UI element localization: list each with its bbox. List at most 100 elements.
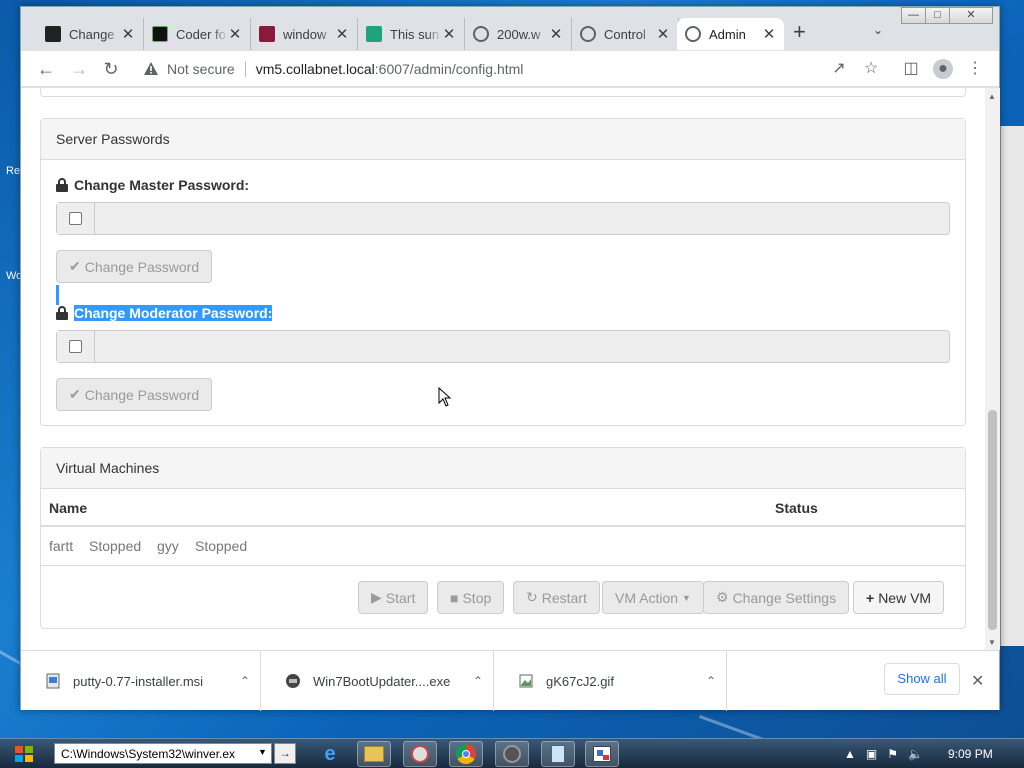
tab-title: window: [283, 26, 327, 42]
column-header-status: Status: [775, 500, 818, 516]
change-master-password-button[interactable]: ✔ Change Password: [56, 250, 213, 283]
tab-strip: Change ✕ Coder fo ✕ window ✕ This sun ✕ …: [21, 7, 999, 51]
vm-status-cell: Stopped: [195, 538, 248, 554]
checkbox-addon: [57, 331, 95, 362]
side-panel-icon[interactable]: ◫: [901, 59, 921, 79]
download-item[interactable]: Win7BootUpdater....exe ⌃: [261, 651, 494, 711]
scroll-down-icon[interactable]: ▼: [988, 638, 996, 647]
scroll-up-icon[interactable]: ▲: [988, 92, 996, 101]
virtual-machines-panel: Virtual Machines Name Status fartt Stopp…: [40, 447, 966, 629]
page-scrollbar[interactable]: ▲ ▼: [985, 88, 1000, 650]
url-text[interactable]: vm5.collabnet.local:6007/admin/config.ht…: [256, 61, 524, 77]
master-password-label: Change Master Password:: [56, 177, 249, 193]
tab-window[interactable]: window ✕: [251, 18, 358, 50]
kebab-menu-icon[interactable]: ⋮: [965, 59, 985, 79]
maximize-icon[interactable]: □: [925, 7, 950, 24]
go-arrow-icon[interactable]: →: [274, 743, 296, 764]
download-item[interactable]: gK67cJ2.gif ⌃: [494, 651, 727, 711]
volume-icon[interactable]: 🔈: [908, 747, 923, 761]
master-password-checkbox[interactable]: [69, 212, 82, 225]
tab-admin[interactable]: Admin ✕: [677, 18, 784, 50]
moderator-password-checkbox[interactable]: [69, 340, 82, 353]
reload-icon[interactable]: ↻: [99, 57, 123, 81]
globe-icon: [685, 26, 701, 42]
forward-arrow-icon[interactable]: →: [67, 57, 91, 81]
chevron-down-icon[interactable]: ⌄: [873, 23, 883, 37]
table-row[interactable]: fartt Stopped gyy Stopped: [41, 527, 965, 566]
address-bar[interactable]: Not secure vm5.collabnet.local:6007/admi…: [135, 55, 871, 83]
vm-name-cell: gyy: [157, 538, 179, 554]
file-explorer-icon[interactable]: [357, 741, 391, 767]
windows-start-icon[interactable]: [14, 744, 34, 764]
tab-title: Coder fo: [176, 26, 226, 42]
caret-down-icon[interactable]: ▼: [258, 747, 267, 757]
back-arrow-icon[interactable]: ←: [34, 57, 58, 81]
download-item[interactable]: putty-0.77-installer.msi ⌃: [21, 651, 261, 711]
scrollbar-thumb[interactable]: [988, 410, 997, 630]
address-toolbar-input[interactable]: C:\Windows\System32\winver.ex: [54, 743, 272, 764]
close-icon[interactable]: ✕: [228, 25, 242, 43]
button-label: Stop: [462, 589, 492, 606]
minimize-icon[interactable]: —: [901, 7, 926, 24]
downloads-bar: putty-0.77-installer.msi ⌃ Win7BootUpdat…: [21, 650, 999, 711]
show-hidden-icons-icon[interactable]: ▲: [844, 747, 856, 761]
new-vm-button[interactable]: + New VM: [853, 581, 945, 614]
network-icon[interactable]: ▣: [866, 747, 877, 761]
tab-favicon-icon: [259, 26, 275, 42]
exe-app-icon[interactable]: [495, 741, 529, 767]
vm-action-dropdown-button[interactable]: VM Action ▼: [602, 581, 704, 614]
change-moderator-password-button[interactable]: ✔ Change Password: [56, 378, 213, 411]
chevron-up-icon[interactable]: ⌃: [696, 674, 726, 688]
internet-explorer-icon[interactable]: e: [313, 741, 347, 767]
paint-icon[interactable]: [403, 741, 437, 767]
window-close-icon[interactable]: ✕: [949, 7, 993, 24]
chevron-up-icon[interactable]: ⌃: [463, 674, 493, 688]
warning-icon[interactable]: [143, 61, 159, 77]
url-host: vm5.collabnet.local: [255, 61, 375, 77]
panel-heading: Server Passwords: [41, 119, 965, 160]
bookmark-star-icon[interactable]: ☆: [861, 59, 881, 79]
button-label: Start: [385, 589, 416, 606]
change-settings-button[interactable]: ⚙ Change Settings: [703, 581, 850, 614]
tab-change[interactable]: Change ✕: [37, 18, 144, 50]
desktop-icon-label[interactable]: Re: [6, 165, 20, 177]
close-icon[interactable]: ✕: [335, 25, 349, 43]
show-all-button[interactable]: Show all: [884, 663, 960, 695]
notepad-icon[interactable]: [541, 741, 575, 767]
windows-taskbar: C:\Windows\System32\winver.ex ▼ → e ▲ ▣ …: [0, 738, 1024, 768]
play-icon: ▶: [371, 589, 382, 605]
mouse-cursor-icon: [438, 387, 452, 407]
start-vm-button[interactable]: ▶ Start: [358, 581, 429, 614]
lock-icon: [56, 306, 68, 320]
close-icon[interactable]: ✕: [656, 25, 670, 43]
not-secure-label[interactable]: Not secure: [167, 61, 235, 77]
new-tab-icon[interactable]: +: [793, 21, 806, 43]
chrome-icon[interactable]: [449, 741, 483, 767]
close-icon[interactable]: ✕: [762, 25, 776, 43]
tab-200w[interactable]: 200w.w ✕: [465, 18, 572, 50]
selection-marker: [56, 285, 59, 305]
taskbar-clock[interactable]: 9:09 PM: [948, 747, 993, 761]
url-path: :6007/admin/config.html: [374, 61, 524, 77]
action-center-icon[interactable]: ⚑: [887, 747, 898, 761]
system-tray: ▲ ▣ ⚑ 🔈: [844, 747, 923, 761]
tab-control[interactable]: Control ✕: [572, 18, 679, 50]
button-label: VM Action: [615, 589, 679, 606]
restart-vm-button[interactable]: ↻ Restart: [513, 581, 600, 614]
column-header-name: Name: [49, 500, 88, 516]
share-icon[interactable]: ↗: [829, 59, 849, 79]
close-icon[interactable]: ✕: [121, 25, 135, 43]
close-icon[interactable]: ✕: [442, 25, 456, 43]
profile-avatar-icon[interactable]: ●: [933, 59, 953, 79]
moderator-password-field[interactable]: [95, 331, 949, 362]
panel-heading: Virtual Machines: [41, 448, 965, 489]
stop-vm-button[interactable]: ■ Stop: [437, 581, 505, 614]
close-icon[interactable]: ✕: [549, 25, 563, 43]
system-info-icon[interactable]: [585, 741, 619, 767]
close-icon[interactable]: ✕: [971, 671, 984, 691]
tab-coder[interactable]: Coder fo ✕: [144, 18, 251, 50]
master-password-field[interactable]: [95, 203, 949, 234]
chevron-up-icon[interactable]: ⌃: [230, 674, 260, 688]
master-password-input-group: [56, 202, 950, 235]
tab-this-sun[interactable]: This sun ✕: [358, 18, 465, 50]
